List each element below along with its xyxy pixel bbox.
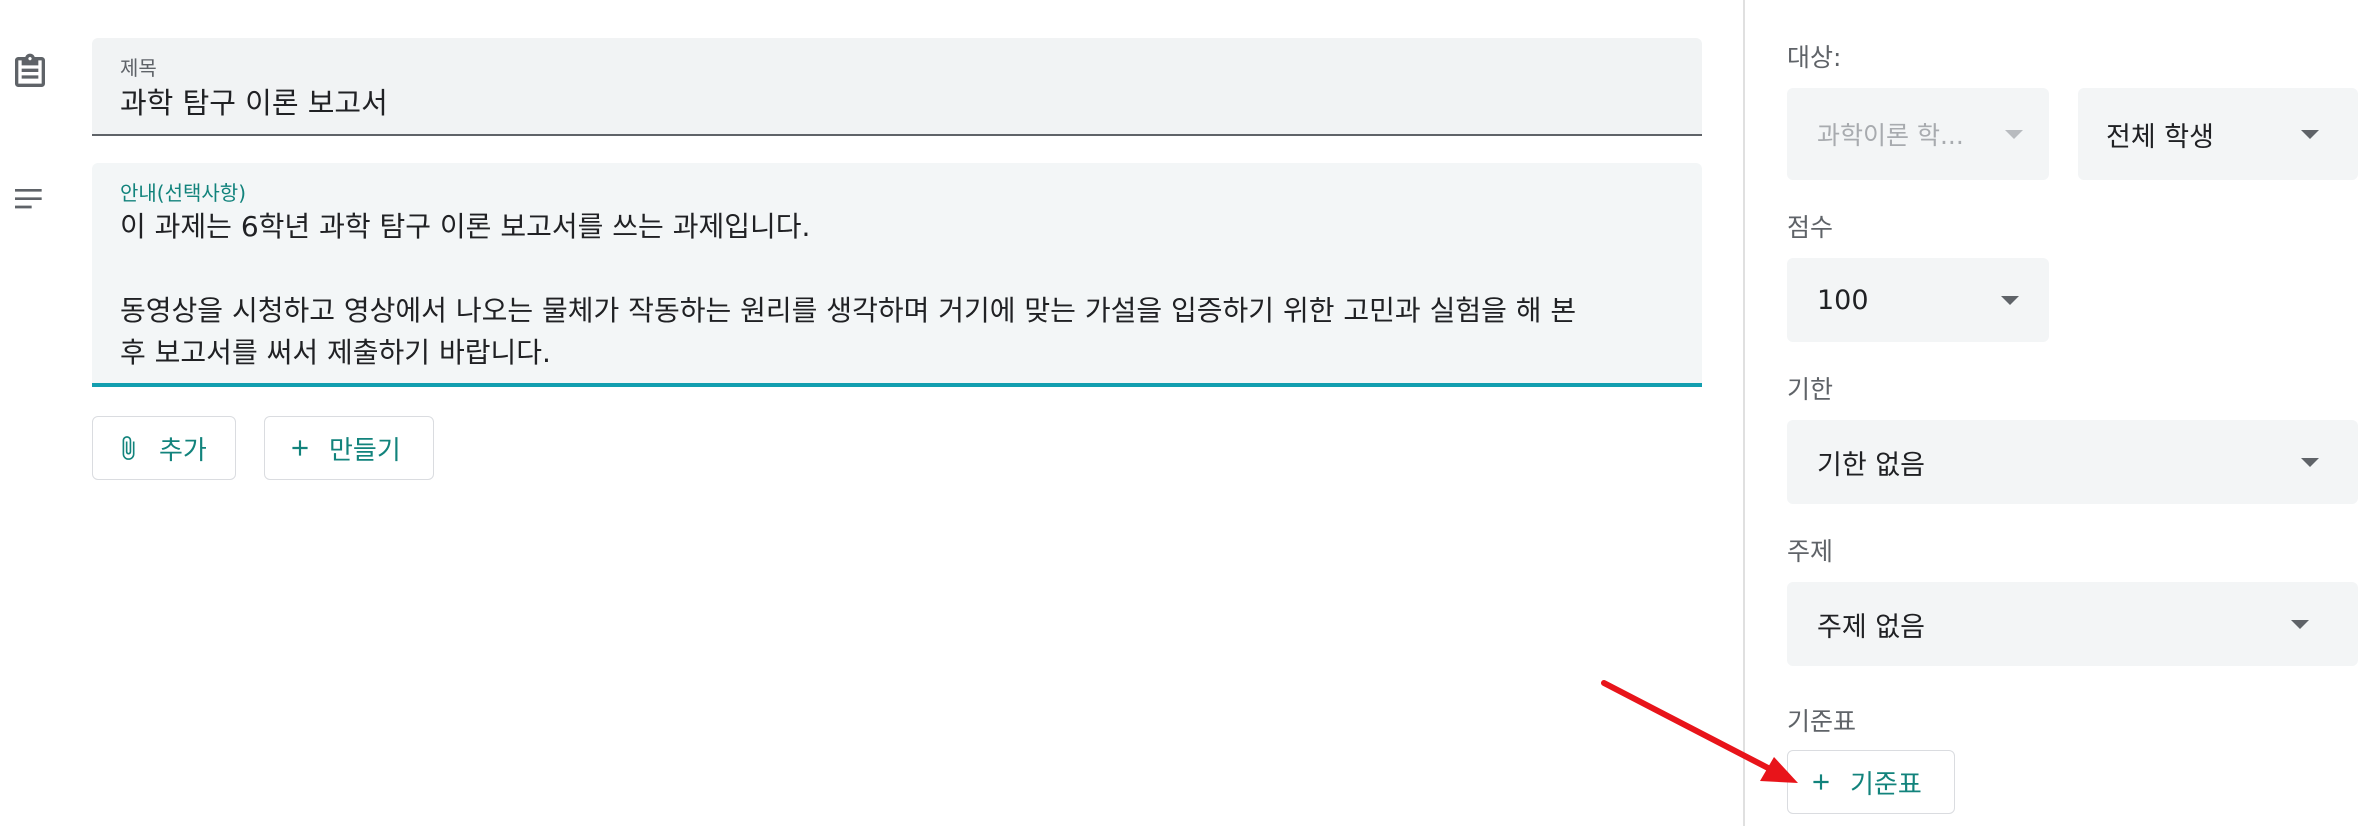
annotation-arrow-icon [1601,680,1798,783]
